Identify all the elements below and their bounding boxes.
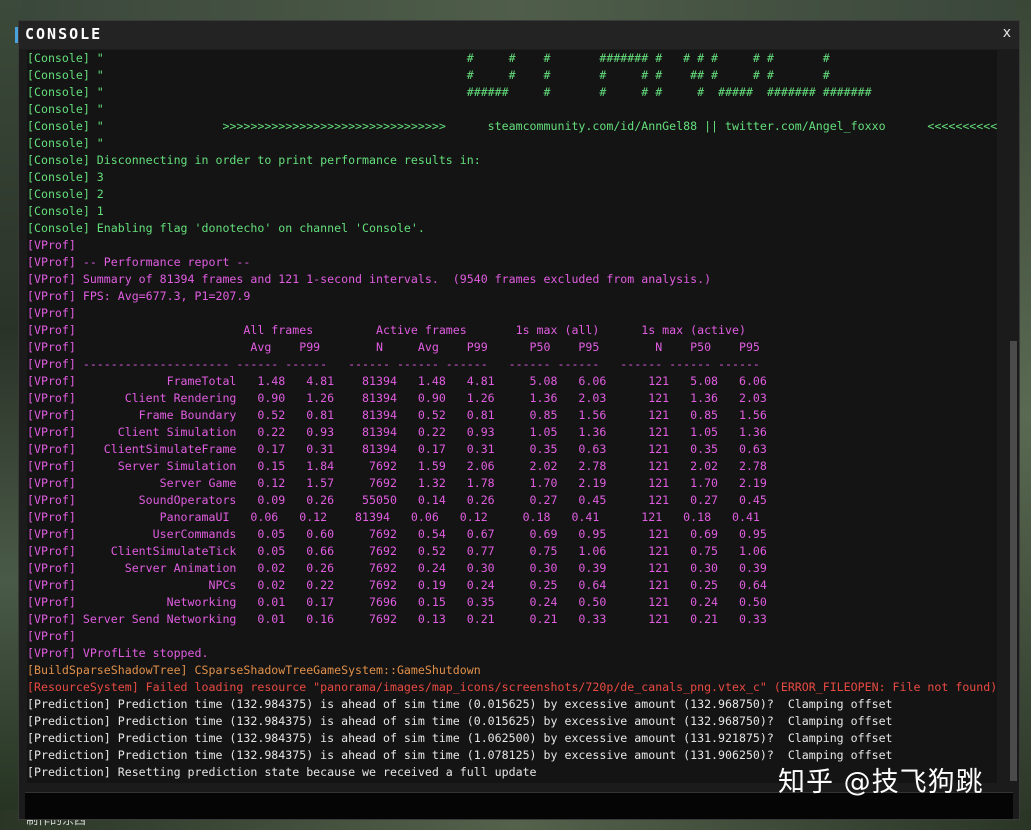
log-line: [VProf] --------------------- ------ ---… [27,357,760,371]
log-line: [Prediction] Prediction time (132.984375… [27,714,893,728]
log-line: [VProf] FrameTotal 1.48 4.81 81394 1.48 … [27,374,767,388]
log-line: [Console] " # # # ####### # # # # # # # [27,51,830,65]
title-accent-bar [15,27,18,43]
log-line: [VProf] All frames Active frames 1s max … [27,323,746,337]
close-button[interactable]: x [1003,25,1011,41]
console-window: CONSOLE x [Console] " # # # ####### # # … [15,20,1020,820]
log-line: [VProf] Client Rendering 0.90 1.26 81394… [27,391,767,405]
log-line: [Console] Disconnecting in order to prin… [27,153,481,167]
game-background-top [0,0,1031,20]
log-line: [VProf] Frame Boundary 0.52 0.81 81394 0… [27,408,767,422]
log-line: [Prediction] Prediction time (132.984375… [27,697,893,711]
log-line: [VProf] Server Simulation 0.15 1.84 7692… [27,459,767,473]
log-line: [VProf] UserCommands 0.05 0.60 7692 0.54… [27,527,767,541]
log-line: [VProf] [27,238,76,252]
log-line: [VProf] ClientSimulateFrame 0.17 0.31 81… [27,442,767,456]
console-titlebar[interactable]: CONSOLE x [15,21,1019,49]
log-line: [BuildSparseShadowTree] CSparseShadowTre… [27,663,481,677]
log-line: [Console] 2 [27,187,104,201]
log-line: [VProf] FPS: Avg=677.3, P1=207.9 [27,289,251,303]
log-line: [VProf] -- Performance report -- [27,255,251,269]
log-line: [VProf] [27,306,76,320]
log-line: [Console] " [27,136,104,150]
log-line: [ResourceSystem] Failed loading resource… [27,680,997,694]
log-line: [VProf] NPCs 0.02 0.22 7692 0.19 0.24 0.… [27,578,767,592]
log-line: [VProf] PanoramaUI 0.06 0.12 81394 0.06 … [27,510,760,524]
log-line: [Console] 3 [27,170,104,184]
log-line: [VProf] Client Simulation 0.22 0.93 8139… [27,425,767,439]
log-line: [VProf] Avg P99 N Avg P99 P50 P95 N P50 … [27,340,760,354]
log-line: [VProf] ClientSimulateTick 0.05 0.66 769… [27,544,767,558]
log-line: [VProf] [27,629,76,643]
log-line: [Console] " [27,102,104,116]
log-line: [VProf] Summary of 81394 frames and 121 … [27,272,712,286]
log-line: [VProf] Server Animation 0.02 0.26 7692 … [27,561,767,575]
log-line: [VProf] Server Game 0.12 1.57 7692 1.32 … [27,476,767,490]
log-line: [VProf] Networking 0.01 0.17 7696 0.15 0… [27,595,767,609]
log-line: [Console] " # # # # # # ## # # # # [27,68,830,82]
log-scrollbar[interactable] [1010,341,1017,781]
log-line: [Prediction] Prediction time (132.984375… [27,731,893,745]
log-line: [Console] 1 [27,204,104,218]
log-line: [VProf] SoundOperators 0.09 0.26 55050 0… [27,493,767,507]
log-line: [Console] " >>>>>>>>>>>>>>>>>>>>>>>>>>>>… [27,119,997,133]
log-line: [Console] Enabling flag 'donotecho' on c… [27,221,425,235]
log-line: [Console] " ###### # # # # # ##### #####… [27,85,872,99]
console-log[interactable]: [Console] " # # # ####### # # # # # # # [… [27,50,997,783]
log-line: [VProf] Server Send Networking 0.01 0.16… [27,612,767,626]
zhihu-watermark: 知乎 @技飞狗跳 [778,767,984,798]
console-title: CONSOLE [25,25,103,43]
log-line: [VProf] VProfLite stopped. [27,646,209,660]
